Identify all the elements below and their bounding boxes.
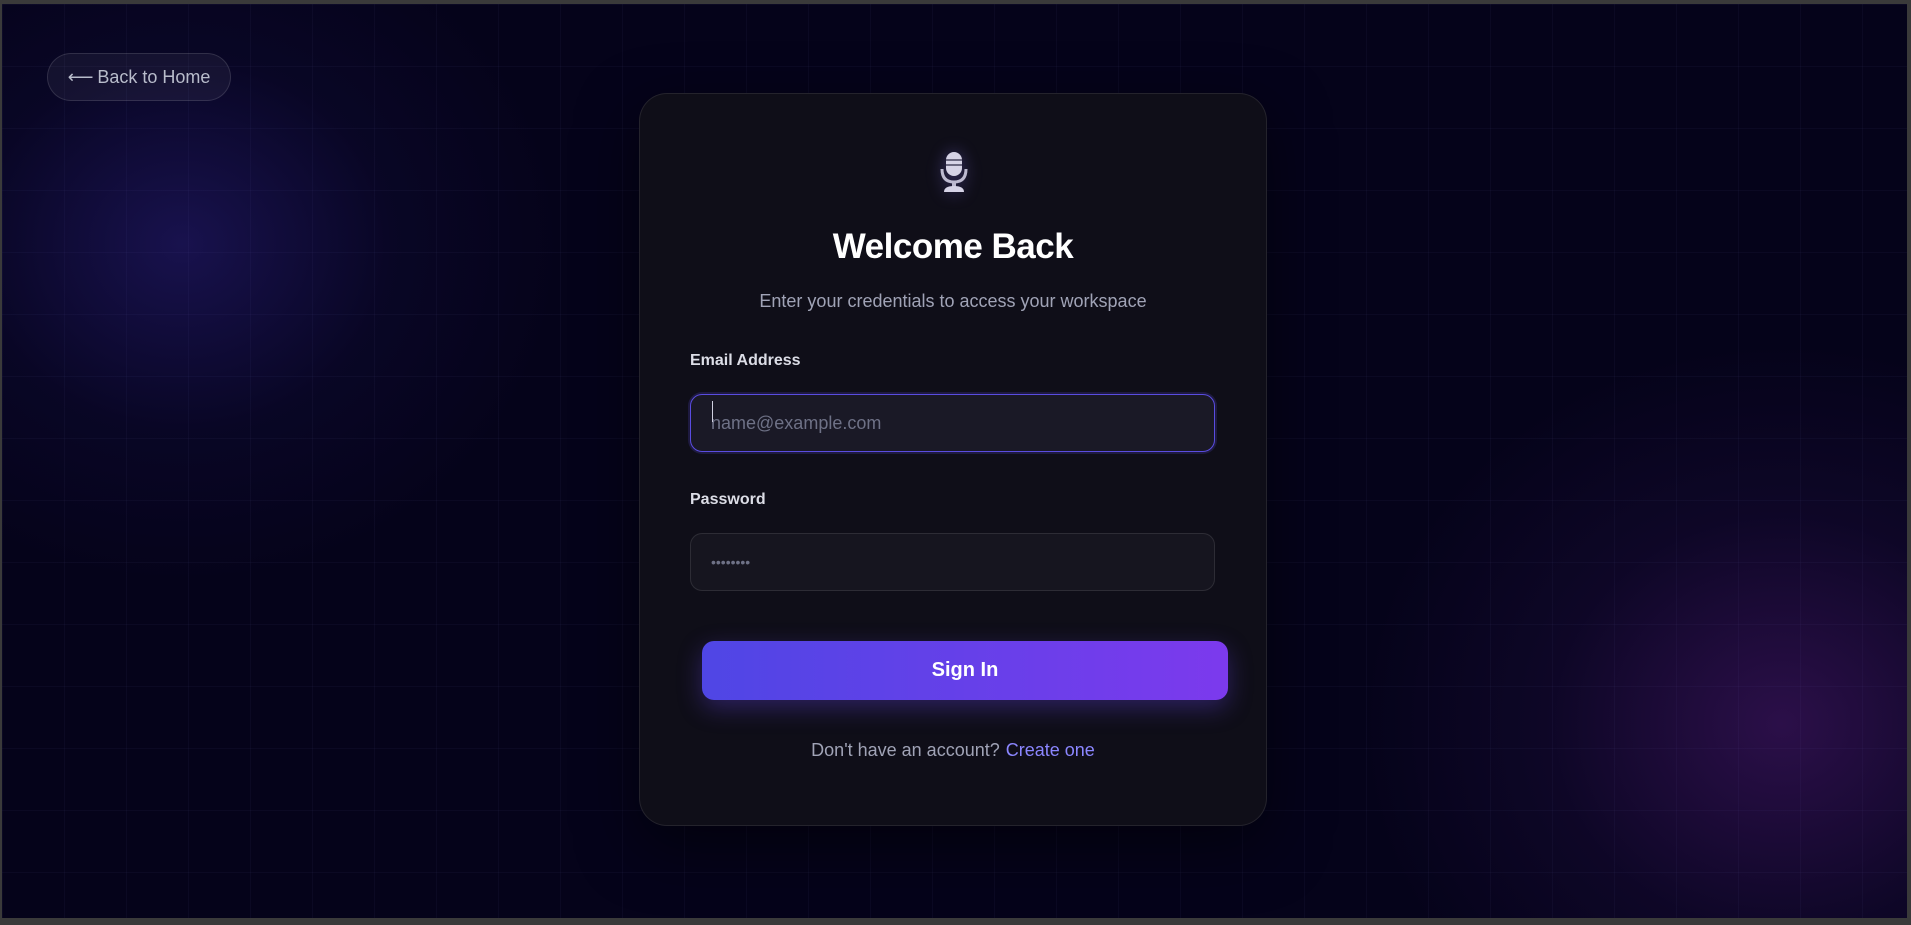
- microphone-icon: [930, 148, 978, 196]
- back-to-home-button[interactable]: ⟵ Back to Home: [47, 53, 231, 101]
- sign-in-button[interactable]: Sign In: [702, 641, 1228, 700]
- password-label: Password: [690, 491, 766, 508]
- page-title: Welcome Back: [832, 227, 1074, 266]
- email-label: Email Address: [690, 352, 801, 369]
- page-subtitle: Enter your credentials to access your wo…: [759, 291, 1147, 311]
- password-input[interactable]: [690, 533, 1215, 591]
- page-viewport: ⟵ Back to Home Welcome Back Enter your c…: [2, 4, 1907, 918]
- text-caret: [712, 401, 713, 422]
- email-input[interactable]: [690, 394, 1215, 452]
- create-account-link[interactable]: Create one: [1006, 740, 1095, 760]
- signup-prompt: Don't have an account? Create one: [640, 740, 1266, 761]
- login-card: Welcome Back Enter your credentials to a…: [639, 93, 1267, 826]
- arrow-left-icon: ⟵: [67, 66, 94, 87]
- signup-prompt-text: Don't have an account?: [811, 740, 1000, 760]
- back-to-home-label: Back to Home: [97, 66, 211, 87]
